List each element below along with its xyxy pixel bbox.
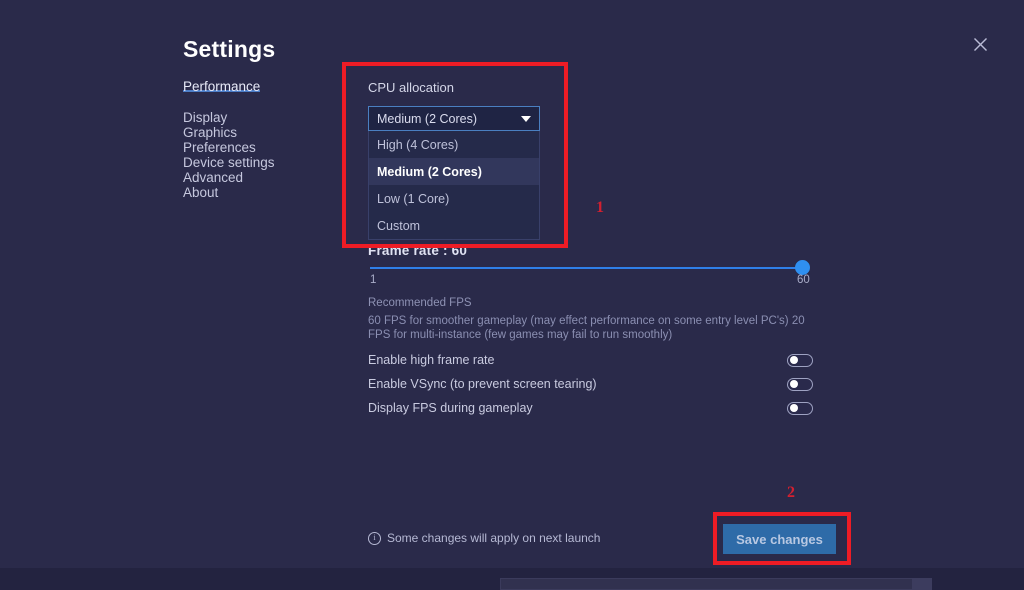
cpu-allocation-select[interactable]: Medium (2 Cores) xyxy=(368,106,540,131)
cpu-allocation-option-high[interactable]: High (4 Cores) xyxy=(369,131,539,158)
sidebar-item-advanced[interactable]: Advanced xyxy=(183,171,243,185)
background-window-strip xyxy=(500,578,930,590)
settings-dialog: Settings Performance Display Graphics Pr… xyxy=(0,0,1024,568)
info-circle-icon: i xyxy=(368,531,381,545)
toggle-label-display-fps: Display FPS during gameplay xyxy=(368,401,533,415)
sidebar-item-display[interactable]: Display xyxy=(183,111,227,125)
footer-note-text: Some changes will apply on next launch xyxy=(387,531,601,545)
toggle-knob xyxy=(789,356,798,364)
cpu-allocation-options-list: High (4 Cores) Medium (2 Cores) Low (1 C… xyxy=(368,131,540,240)
toggle-knob xyxy=(789,404,798,412)
chevron-down-icon xyxy=(521,115,531,122)
cpu-allocation-option-custom[interactable]: Custom xyxy=(369,212,539,239)
page-title: Settings xyxy=(183,36,276,62)
close-icon[interactable] xyxy=(966,30,994,58)
toggle-row-high-frame-rate: Enable high frame rate xyxy=(368,350,813,370)
cpu-allocation-section: CPU allocation Medium (2 Cores) High (4 … xyxy=(368,80,813,240)
cpu-allocation-option-medium[interactable]: Medium (2 Cores) xyxy=(369,158,539,185)
footer-note: i Some changes will apply on next launch xyxy=(368,531,600,545)
settings-sidebar: Performance Display Graphics Preferences… xyxy=(183,80,333,208)
toggle-label-vsync: Enable VSync (to prevent screen tearing) xyxy=(368,377,597,391)
frame-rate-title: Frame rate : 60 xyxy=(368,243,468,258)
toggle-row-display-fps: Display FPS during gameplay xyxy=(368,398,813,418)
settings-screen: Settings Performance Display Graphics Pr… xyxy=(0,0,1024,590)
slider-thumb[interactable] xyxy=(795,260,810,275)
sidebar-item-performance[interactable]: Performance xyxy=(183,80,261,93)
sidebar-item-device-settings[interactable]: Device settings xyxy=(183,156,275,170)
toggle-vsync[interactable] xyxy=(787,377,813,391)
background-window-button xyxy=(912,578,932,590)
toggle-knob xyxy=(789,380,798,388)
slider-min-label: 1 xyxy=(370,274,377,286)
toggle-row-vsync: Enable VSync (to prevent screen tearing) xyxy=(368,374,813,394)
toggle-high-frame-rate[interactable] xyxy=(787,353,813,367)
slider-track xyxy=(370,267,808,269)
cpu-allocation-select-wrap: Medium (2 Cores) High (4 Cores) Medium (… xyxy=(368,106,540,240)
cpu-allocation-option-low[interactable]: Low (1 Core) xyxy=(369,185,539,212)
sidebar-item-graphics[interactable]: Graphics xyxy=(183,126,237,140)
save-changes-button[interactable]: Save changes xyxy=(723,524,836,554)
slider-max-label: 60 xyxy=(797,274,810,286)
toggle-display-fps[interactable] xyxy=(787,401,813,415)
recommended-fps-body: 60 FPS for smoother gameplay (may effect… xyxy=(368,315,805,341)
cpu-allocation-label: CPU allocation xyxy=(368,80,454,95)
recommended-fps-title: Recommended FPS xyxy=(368,297,472,309)
toggle-label-high-frame-rate: Enable high frame rate xyxy=(368,353,495,367)
sidebar-item-preferences[interactable]: Preferences xyxy=(183,141,256,155)
cpu-allocation-selected-value: Medium (2 Cores) xyxy=(377,111,478,126)
sidebar-item-about[interactable]: About xyxy=(183,186,218,200)
frame-rate-slider[interactable] xyxy=(370,260,810,277)
